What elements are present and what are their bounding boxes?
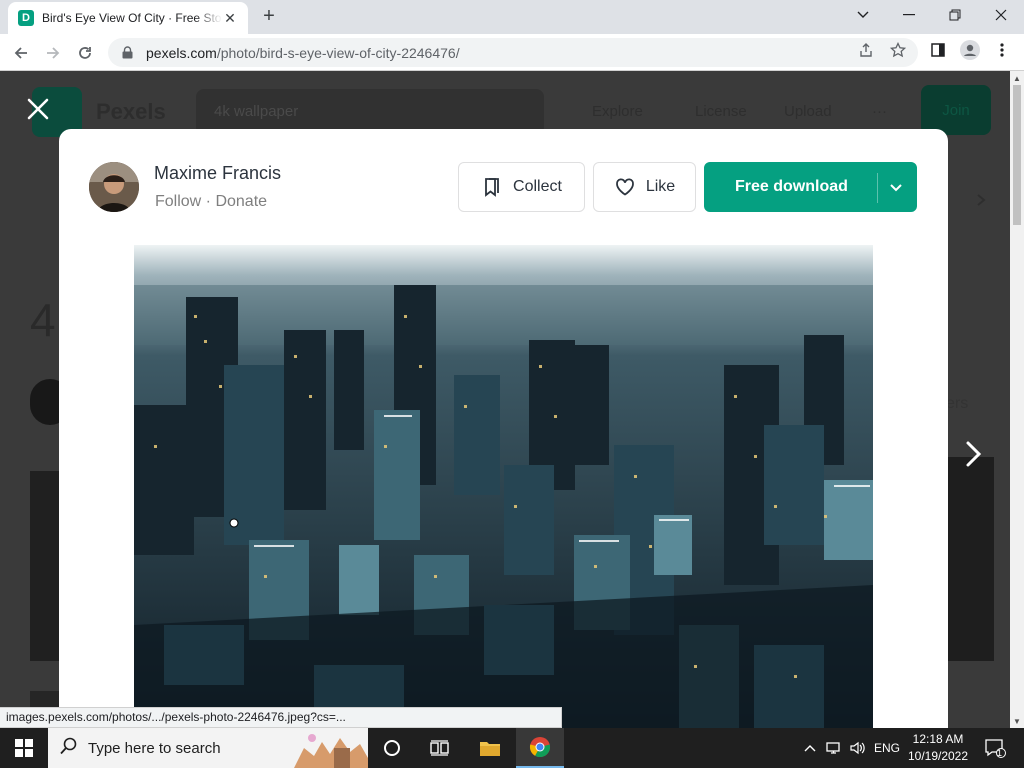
photo-modal: Maxime Francis Follow · Donate Collect L… [59, 129, 948, 728]
clock-time: 12:18 AM [912, 732, 964, 746]
author-name[interactable]: Maxime Francis [154, 163, 281, 184]
scrollbar-thumb[interactable] [1013, 85, 1021, 225]
nav-explore[interactable]: Explore [592, 103, 643, 120]
search-icon [60, 737, 78, 760]
bookmark-star-icon[interactable] [888, 40, 908, 60]
brand-name[interactable]: Pexels [96, 99, 166, 125]
background-photo [948, 457, 994, 661]
show-hidden-icons-icon[interactable] [800, 728, 820, 768]
windows-taskbar: Type here to search ENG 12:18 AM 10/19/2… [0, 728, 1024, 768]
divider [877, 173, 878, 203]
close-window-icon[interactable] [978, 0, 1024, 30]
url-host: pexels.com [146, 44, 217, 61]
url-text: pexels.com/photo/bird-s-eye-view-of-city… [146, 45, 460, 61]
donate-link[interactable]: Donate [215, 193, 267, 210]
browser-toolbar: pexels.com/photo/bird-s-eye-view-of-city… [0, 34, 1024, 71]
network-icon[interactable] [822, 728, 846, 768]
tab-close-icon[interactable]: ✕ [222, 10, 238, 26]
volume-icon[interactable] [846, 728, 870, 768]
back-icon[interactable] [8, 40, 34, 66]
tab-title: Bird's Eye View Of City · Free Stock Pho… [42, 11, 222, 25]
forward-icon[interactable] [40, 40, 66, 66]
status-url-bubble: images.pexels.com/photos/.../pexels-phot… [0, 707, 562, 728]
like-button[interactable]: Like [593, 162, 696, 212]
browser-tab[interactable]: D Bird's Eye View Of City · Free Stock P… [8, 2, 248, 34]
close-modal-icon[interactable] [24, 95, 52, 123]
bookmark-icon [481, 176, 503, 198]
minimize-icon[interactable] [886, 0, 932, 30]
nav-more-icon[interactable]: ··· [872, 103, 887, 120]
notification-count: 1 [997, 748, 1003, 758]
background-photo [30, 471, 60, 661]
page-scrollbar[interactable]: ▲ ▼ [1010, 71, 1024, 728]
next-photo-icon[interactable] [960, 439, 986, 469]
page-viewport: Pexels 4k wallpaper Explore License Uplo… [0, 71, 1024, 728]
menu-kebab-icon[interactable] [992, 40, 1012, 60]
like-label: Like [645, 178, 676, 195]
chevron-right-icon [974, 193, 988, 207]
tab-search-icon[interactable] [840, 0, 886, 30]
system-clock[interactable]: 12:18 AM 10/19/2022 [905, 731, 971, 765]
collect-label: Collect [513, 178, 562, 195]
reload-icon[interactable] [72, 40, 98, 66]
chevron-down-icon[interactable] [885, 177, 907, 199]
join-button[interactable]: Join [921, 85, 991, 135]
restore-icon[interactable] [932, 0, 978, 30]
windows-start-icon[interactable] [0, 728, 48, 768]
search-highlight-image [294, 728, 368, 768]
taskbar-search-box[interactable]: Type here to search [48, 728, 368, 768]
background-side-text: ers [946, 395, 969, 412]
share-icon[interactable] [856, 40, 876, 60]
browser-tab-bar: D Bird's Eye View Of City · Free Stock P… [0, 0, 1024, 34]
collect-button[interactable]: Collect [458, 162, 585, 212]
scroll-down-icon[interactable]: ▼ [1010, 714, 1024, 728]
scroll-up-icon[interactable]: ▲ [1010, 71, 1024, 85]
heart-icon [614, 176, 636, 198]
chrome-icon[interactable] [516, 728, 564, 768]
profile-icon[interactable] [960, 40, 980, 60]
file-explorer-icon[interactable] [466, 728, 514, 768]
author-actions: Follow · Donate [155, 193, 267, 211]
download-label: Free download [735, 178, 848, 195]
avatar[interactable] [89, 162, 139, 212]
side-panel-icon[interactable] [928, 40, 948, 60]
separator: · [201, 193, 216, 210]
new-tab-icon[interactable]: + [258, 6, 280, 28]
address-bar[interactable]: pexels.com/photo/bird-s-eye-view-of-city… [108, 38, 918, 67]
language-indicator[interactable]: ENG [872, 728, 902, 768]
nav-upload[interactable]: Upload [784, 103, 832, 120]
cortana-icon[interactable] [368, 728, 416, 768]
url-path: /photo/bird-s-eye-view-of-city-2246476/ [216, 44, 460, 61]
free-download-button[interactable]: Free download [704, 162, 917, 212]
main-photo[interactable] [134, 245, 873, 728]
taskbar-search-placeholder: Type here to search [88, 739, 221, 757]
background-heading: 4 [30, 294, 56, 346]
task-view-icon[interactable] [416, 728, 464, 768]
nav-license[interactable]: License [695, 103, 747, 120]
action-center-icon[interactable]: 1 [980, 728, 1010, 768]
clock-date: 10/19/2022 [907, 749, 969, 763]
follow-link[interactable]: Follow [155, 193, 201, 210]
pexels-favicon-icon: D [18, 10, 34, 26]
lock-icon[interactable] [122, 46, 134, 60]
